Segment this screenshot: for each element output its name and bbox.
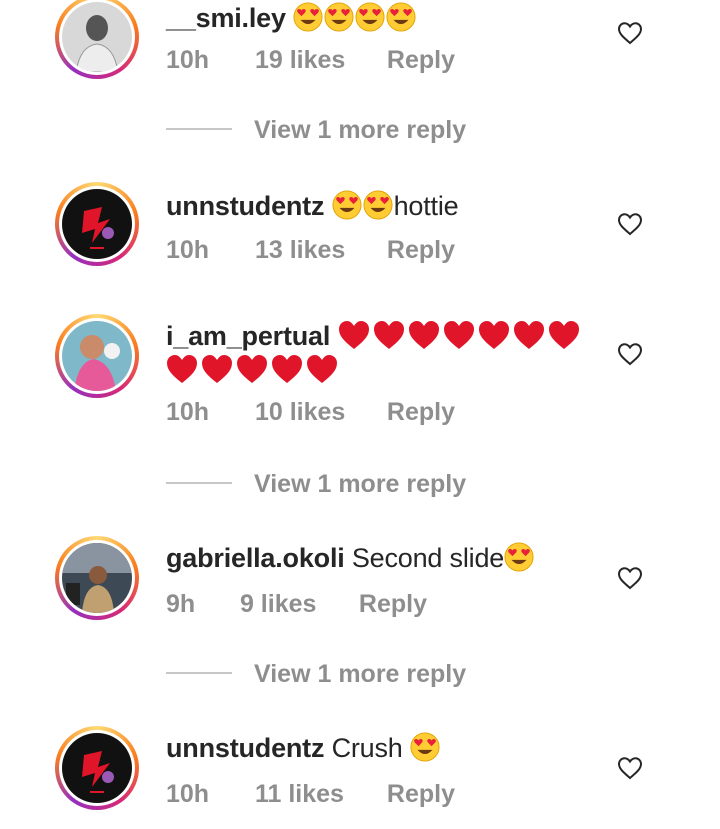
heart-eyes-emoji — [324, 2, 354, 32]
comment-time: 10h — [166, 236, 210, 264]
avatar[interactable] — [55, 536, 139, 620]
like-count[interactable]: 11 likes — [255, 780, 380, 809]
like-heart-icon[interactable] — [617, 212, 643, 236]
like-count[interactable]: 13 likes — [255, 236, 380, 265]
red-heart-emoji — [513, 320, 545, 350]
like-heart-icon[interactable] — [617, 342, 643, 366]
username[interactable]: __smi.ley — [166, 3, 286, 33]
heart-eyes-emoji — [504, 542, 534, 572]
like-heart-icon[interactable] — [617, 756, 643, 780]
red-heart-emoji — [166, 354, 198, 384]
comment-text: hottie — [393, 191, 459, 221]
avatar[interactable] — [55, 314, 139, 398]
red-heart-emoji — [306, 354, 338, 384]
username[interactable]: unnstudentz — [166, 191, 324, 221]
heart-eyes-emoji — [355, 2, 385, 32]
like-count[interactable]: 19 likes — [255, 46, 380, 75]
heart-eyes-emoji — [293, 2, 323, 32]
comment-text: Second slide — [351, 543, 505, 573]
reply-button[interactable]: Reply — [359, 590, 427, 619]
like-heart-icon[interactable] — [617, 21, 643, 45]
view-more-replies-button[interactable]: View 1 more reply — [166, 116, 466, 146]
heart-eyes-emoji — [410, 732, 440, 762]
comment-time: 10h — [166, 398, 210, 426]
username[interactable]: unnstudentz — [166, 733, 324, 763]
red-heart-emoji — [201, 354, 233, 384]
username[interactable]: gabriella.okoli — [166, 543, 345, 573]
reply-button[interactable]: Reply — [387, 398, 455, 427]
like-heart-icon[interactable] — [617, 566, 643, 590]
divider — [166, 482, 232, 485]
red-heart-emoji — [478, 320, 510, 350]
heart-eyes-emoji — [332, 190, 362, 220]
avatar[interactable] — [55, 0, 139, 79]
comment-time: 10h — [166, 780, 210, 808]
heart-eyes-emoji — [363, 190, 393, 220]
red-heart-emoji — [443, 320, 475, 350]
like-count[interactable]: 9 likes — [240, 590, 352, 619]
like-count[interactable]: 10 likes — [255, 398, 380, 427]
comment-time: 10h — [166, 46, 210, 74]
divider — [166, 672, 232, 675]
view-more-replies-button[interactable]: View 1 more reply — [166, 660, 466, 690]
red-heart-emoji — [373, 320, 405, 350]
comment-time: 9h — [166, 590, 196, 618]
reply-button[interactable]: Reply — [387, 46, 455, 75]
reply-button[interactable]: Reply — [387, 780, 455, 809]
red-heart-emoji — [548, 320, 580, 350]
red-heart-emoji — [408, 320, 440, 350]
username[interactable]: i_am_pertual — [166, 321, 330, 351]
view-more-replies-button[interactable]: View 1 more reply — [166, 470, 466, 500]
reply-button[interactable]: Reply — [387, 236, 455, 265]
comment-text: Crush — [331, 733, 403, 763]
red-heart-emoji — [338, 320, 370, 350]
red-heart-emoji — [236, 354, 268, 384]
heart-eyes-emoji — [386, 2, 416, 32]
avatar[interactable] — [55, 182, 139, 266]
divider — [166, 128, 232, 131]
avatar[interactable] — [55, 726, 139, 810]
red-heart-emoji — [271, 354, 303, 384]
